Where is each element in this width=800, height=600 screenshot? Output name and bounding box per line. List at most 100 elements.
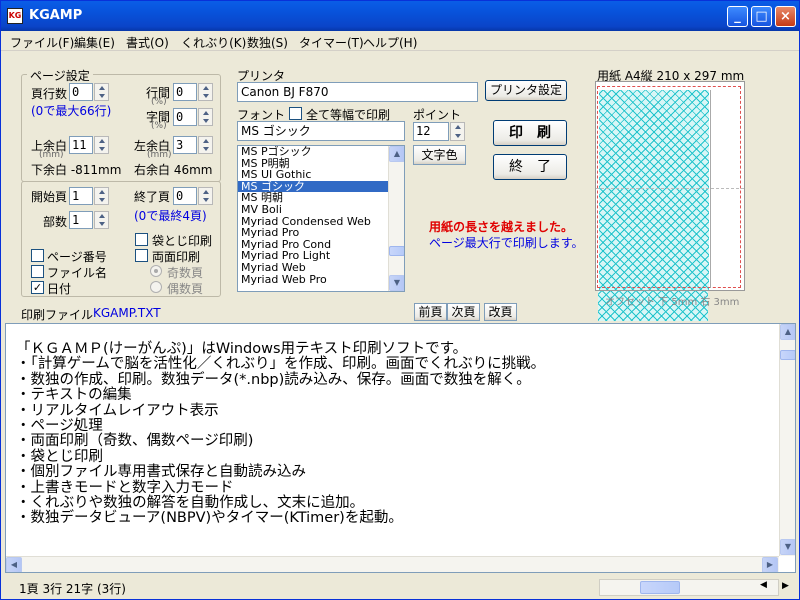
left-margin-input[interactable]: 3	[173, 136, 197, 154]
menu-bar: ファイル(F) 編集(E) 書式(O) くれぶり(K) 数独(S) タイマー(T…	[1, 31, 799, 51]
editor-scroll-down-icon[interactable]: ▼	[780, 539, 795, 555]
lines-per-page-hint: (0で最大66行)	[31, 104, 112, 118]
copies-label: 部数	[43, 215, 68, 229]
lines-per-page-stepper[interactable]	[94, 83, 109, 101]
maximize-button[interactable]: □	[751, 6, 772, 27]
app-icon[interactable]: KG	[7, 8, 23, 24]
menu-help[interactable]: ヘルプ(H)	[363, 34, 417, 51]
font-list-items: MS Pゴシック MS P明朝 MS UI Gothic MS ゴシック MS 明朝 MV…	[238, 146, 404, 285]
menu-sudoku[interactable]: 数独(S)	[247, 34, 288, 51]
font-list-scroll-thumb[interactable]	[389, 246, 404, 256]
printer-settings-button[interactable]: プリンタ設定	[485, 80, 567, 101]
close-button[interactable]: ×	[775, 6, 796, 27]
even-page-radio[interactable]	[150, 281, 162, 293]
char-spacing-stepper[interactable]	[198, 108, 213, 126]
odd-page-radio[interactable]	[150, 265, 162, 277]
end-page-stepper[interactable]	[198, 187, 213, 205]
scroll-up-icon[interactable]: ▲	[389, 146, 404, 162]
page-number-checkbox[interactable]	[31, 249, 44, 262]
menu-timer[interactable]: タイマー(T)	[299, 34, 364, 51]
font-list[interactable]: MS Pゴシック MS P明朝 MS UI Gothic MS ゴシック MS 明朝 MV…	[237, 145, 405, 292]
duplex-label: 両面印刷	[152, 250, 201, 264]
offset-label: オフセット 下 5mm 右 3mm	[605, 297, 740, 308]
line-spacing-stepper[interactable]	[198, 83, 213, 101]
next-page-button[interactable]: 次頁	[447, 303, 480, 321]
title-bar[interactable]: KG KGAMP _ □ ×	[1, 1, 799, 31]
editor-scroll-left-icon[interactable]: ◀	[6, 557, 22, 572]
editor-line: ・上書きモードと数字入力モード	[16, 479, 234, 496]
font-list-item[interactable]: Myriad Web	[238, 262, 388, 274]
end-page-input[interactable]: 0	[173, 187, 197, 205]
editor-line: ・テキストの編集	[16, 387, 132, 404]
print-file-name: KGAMP.TXT	[93, 306, 161, 320]
lines-per-page-input[interactable]: 0	[69, 83, 93, 101]
print-button[interactable]: 印 刷	[493, 120, 567, 146]
line-spacing-input[interactable]: 0	[173, 83, 197, 101]
menu-edit[interactable]: 編集(E)	[74, 34, 115, 51]
status-text: 1頁 3行 21字 (3行)	[19, 582, 126, 596]
app-window: KG KGAMP _ □ × ファイル(F) 編集(E) 書式(O) くれぶり(…	[0, 0, 800, 600]
font-list-item[interactable]: MV Boli	[238, 204, 388, 216]
left-margin-stepper[interactable]	[198, 136, 213, 154]
scroll-down-icon[interactable]: ▼	[389, 275, 404, 291]
exit-button[interactable]: 終 了	[493, 154, 567, 180]
start-page-input[interactable]: 1	[69, 187, 93, 205]
end-page-label: 終了頁	[134, 190, 171, 204]
font-name-field[interactable]: MS ゴシック	[237, 121, 405, 141]
copies-stepper[interactable]	[94, 211, 109, 229]
editor-vscroll[interactable]: ▲ ▼	[779, 324, 795, 556]
menu-file[interactable]: ファイル(F)	[10, 34, 74, 51]
editor-vscroll-thumb[interactable]	[780, 350, 795, 360]
menu-kureburi[interactable]: くれぶり(K)	[181, 34, 246, 51]
char-color-button[interactable]: 文字色	[413, 145, 466, 165]
minimize-icon: _	[734, 9, 741, 24]
minimize-button[interactable]: _	[727, 6, 748, 27]
status-scrollbar[interactable]: ◀	[599, 579, 779, 596]
start-page-stepper[interactable]	[94, 187, 109, 205]
font-list-item[interactable]: MS Pゴシック	[238, 146, 388, 158]
top-margin-stepper[interactable]	[94, 136, 109, 154]
start-page-label: 開始頁	[31, 190, 68, 204]
monospace-all-checkbox[interactable]	[289, 107, 302, 120]
fukuro-checkbox[interactable]	[135, 233, 148, 246]
print-file-label: 印刷ファイル	[21, 308, 94, 322]
page-preview[interactable]	[595, 81, 745, 291]
font-list-item[interactable]: Myriad Web Pro	[238, 273, 388, 286]
status-scroll-thumb[interactable]	[640, 581, 680, 594]
point-size-input[interactable]: 12	[413, 122, 449, 141]
window-title: KGAMP	[29, 8, 83, 23]
even-page-label: 偶数頁	[167, 282, 204, 296]
editor-line: ・数独の作成、印刷。数独データ(*.nbp)読み込み、保存。画面で数独を解く。	[16, 371, 531, 388]
page-number-label: ページ番号	[47, 250, 107, 264]
paper-overflow-warning: 用紙の長さを越えました。	[429, 220, 574, 234]
prev-page-button[interactable]: 前頁	[414, 303, 447, 321]
status-scroll-right-icon[interactable]: ▶	[782, 581, 789, 591]
preview-margin-guide	[597, 86, 741, 288]
point-size-stepper[interactable]	[450, 122, 465, 141]
editor-line: ・個別ファイル専用書式保存と自動読み込み	[16, 464, 306, 481]
editor-scroll-up-icon[interactable]: ▲	[780, 324, 795, 340]
copies-input[interactable]: 1	[69, 211, 93, 229]
duplex-checkbox[interactable]	[135, 249, 148, 262]
text-editor[interactable]: 「ＫＧＡＭＰ(けーがんぷ)」はWindows用テキスト印刷ソフトです。 ・「計算ゲ…	[5, 323, 796, 573]
top-margin-input[interactable]: 11	[69, 136, 93, 154]
top-margin-unit: (mm)	[39, 150, 64, 160]
filename-checkbox[interactable]	[31, 265, 44, 278]
menu-format[interactable]: 書式(O)	[126, 34, 169, 51]
odd-page-label: 奇数頁	[167, 266, 204, 280]
font-list-scrollbar[interactable]: ▲ ▼	[388, 146, 404, 291]
status-bar: 1頁 3行 21字 (3行) ◀ ▶	[1, 575, 799, 599]
editor-scroll-right-icon[interactable]: ▶	[762, 557, 778, 572]
page-settings-title: ページ設定	[27, 67, 93, 84]
status-scroll-left-icon[interactable]: ◀	[760, 580, 767, 590]
font-list-item[interactable]: Myriad Pro	[238, 227, 388, 239]
point-label: ポイント	[413, 108, 462, 122]
printer-name-field[interactable]: Canon BJ F870	[237, 82, 478, 102]
date-checkbox[interactable]: ✓	[31, 281, 44, 294]
editor-hscroll[interactable]: ◀ ▶	[6, 556, 779, 572]
preview-fold-line	[596, 188, 744, 189]
char-spacing-input[interactable]: 0	[173, 108, 197, 126]
page-break-button[interactable]: 改頁	[484, 303, 517, 321]
checkmark-icon: ✓	[32, 281, 43, 294]
left-margin-unit: (mm)	[147, 150, 172, 160]
